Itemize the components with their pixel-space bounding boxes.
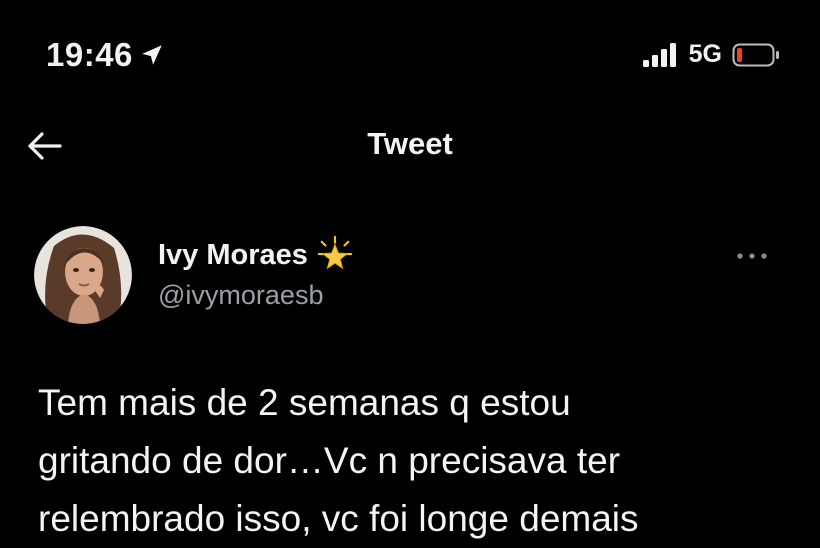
tweet-text-line: gritando de dor…Vc n precisava ter xyxy=(38,440,621,481)
tweet-text-line: relembrado isso, vc foi longe demais xyxy=(38,498,639,539)
author-name-text: Ivy Moraes xyxy=(158,238,308,271)
network-type: 5G xyxy=(688,40,722,68)
author-handle[interactable]: @ivymoraesb xyxy=(158,280,323,311)
page-title: Tweet xyxy=(367,126,453,161)
star-emoji-icon xyxy=(317,236,353,270)
location-arrow-icon xyxy=(142,45,162,65)
signal-bars-icon xyxy=(642,42,676,67)
tweet-text-line: Tem mais de 2 semanas q estou xyxy=(38,382,571,423)
tweet-text: Tem mais de 2 semanas q estou gritando d… xyxy=(38,374,798,548)
status-time: 19:46 xyxy=(46,36,165,74)
more-options-icon[interactable] xyxy=(734,248,770,264)
battery-low-icon xyxy=(732,43,779,66)
avatar[interactable] xyxy=(34,226,132,324)
author-name[interactable]: Ivy Moraes xyxy=(158,236,354,274)
status-indicators: 5G xyxy=(641,40,780,69)
clock-text: 19:46 xyxy=(46,36,133,73)
